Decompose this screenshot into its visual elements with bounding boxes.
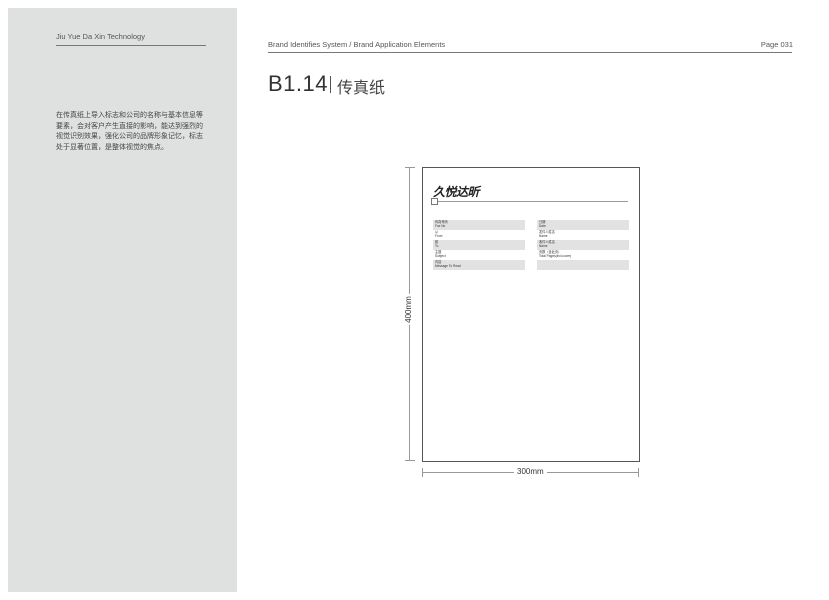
fax-field-blank — [537, 260, 629, 270]
sidebar-panel — [8, 8, 237, 592]
page-title: 传真纸 — [337, 78, 386, 97]
field-label-en: Date — [539, 223, 546, 228]
page-number: Page 031 — [760, 40, 793, 49]
fax-field-to: 致 To — [433, 240, 525, 250]
field-label-en: Total Pages(incl.cover) — [539, 253, 572, 258]
fax-field-recipient-name: 收件人姓名 Name — [537, 240, 629, 250]
section-description: 在传真纸上导入标志和公司的名称与基本信息等要素，会对客户产生直接的影响，能达到强… — [56, 112, 203, 151]
title-divider — [330, 76, 331, 93]
fax-field-sender-name: 发件人姓名 Name — [537, 230, 629, 240]
fax-field-total-pages: 页数（含此页） Total Pages(incl.cover) — [537, 250, 629, 260]
brand-logo: 久悦达昕 — [433, 185, 480, 199]
corner-mark-icon — [431, 198, 438, 205]
field-label-en: To — [435, 243, 439, 248]
sidebar-divider — [56, 45, 206, 46]
fax-field-from: 从 From — [433, 230, 525, 240]
fax-field-subject: 主题 Subject — [433, 250, 525, 260]
fax-field-date: 日期 Date — [537, 220, 629, 230]
field-label-en: Name — [539, 243, 548, 248]
field-label-en: Name — [539, 233, 548, 238]
header-divider — [268, 52, 792, 53]
fax-field-fax-no: 传真号码 Fax No — [433, 220, 525, 230]
fax-header-rule — [433, 201, 628, 202]
field-label-en: Message To Read — [435, 263, 461, 268]
width-dimension-tick — [638, 468, 639, 477]
fax-paper-mockup: 久悦达昕 传真号码 Fax No 从 From 致 To 主题 Subject … — [422, 167, 640, 462]
fax-field-message: 内容 Message To Read — [433, 260, 525, 270]
height-dimension-tick — [405, 167, 415, 168]
field-label-en: Fax No — [435, 223, 446, 228]
breadcrumb: Brand Identifies System / Brand Applicat… — [268, 40, 446, 49]
height-dimension-label: 400mm — [403, 294, 413, 325]
field-label-en: Subject — [435, 253, 446, 258]
field-label-en: From — [435, 233, 443, 238]
height-dimension-tick — [405, 460, 415, 461]
company-name: Jiu Yue Da Xin Technology — [56, 32, 145, 41]
section-code: B1.14 — [268, 71, 328, 96]
width-dimension-tick — [422, 468, 423, 477]
width-dimension-label: 300mm — [514, 467, 547, 476]
